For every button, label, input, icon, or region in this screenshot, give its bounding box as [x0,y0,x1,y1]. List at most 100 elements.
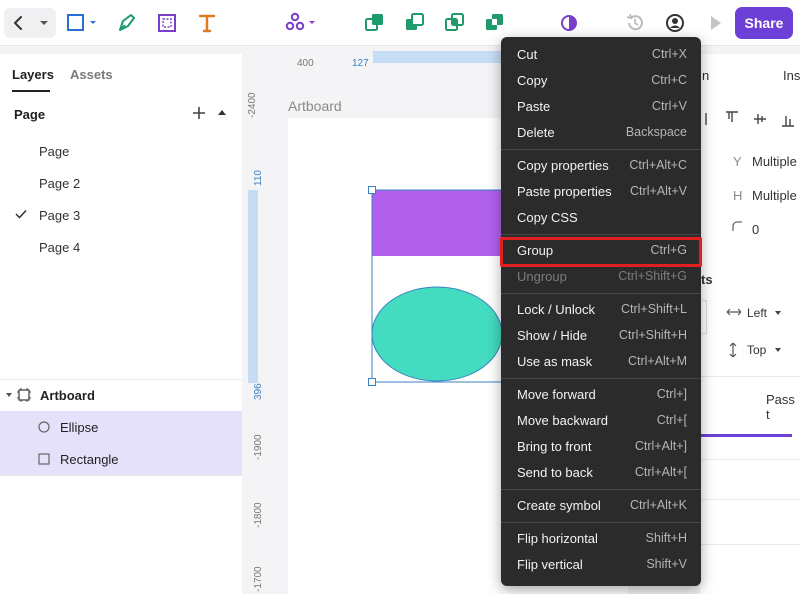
pen-tool-icon[interactable] [114,9,140,37]
menu-item-shortcut: Ctrl+C [651,73,687,87]
menu-separator [501,522,701,523]
menu-item-show-hide[interactable]: Show / Hide Ctrl+Shift+H [501,323,701,349]
menu-item-label: Send to back [517,465,593,480]
caret-down-icon[interactable] [36,12,52,34]
caret-down-icon[interactable] [5,391,13,399]
panel-tab-partial[interactable]: n [702,68,709,83]
artboard-label[interactable]: Artboard [288,98,342,114]
align-vertical-value[interactable]: Top [747,343,766,357]
h-value[interactable]: Multiple [752,188,797,203]
text-tool-icon[interactable] [194,9,220,37]
ruler-label: -1900 [253,434,264,460]
ellipse-icon [38,421,50,433]
menu-separator [501,378,701,379]
ellipse-shape[interactable] [371,286,503,382]
menu-item-shortcut: Ctrl+Shift+G [618,269,687,283]
menu-item-label: Move backward [517,413,609,428]
layer-row-artboard[interactable]: Artboard [0,379,242,411]
boolean-subtract-icon[interactable] [402,9,428,37]
menu-item-create-symbol[interactable]: Create symbol Ctrl+Alt+K [501,493,701,519]
y-value[interactable]: Multiple [752,154,797,169]
caret-down-icon[interactable] [774,347,782,353]
menu-separator [501,234,701,235]
menu-item-label: Show / Hide [517,328,588,343]
menu-item-delete[interactable]: Delete Backspace [501,120,701,146]
page-item-label: Page 4 [39,240,81,255]
menu-item-paste-properties[interactable]: Paste properties Ctrl+Alt+V [501,179,701,205]
menu-item-lock-unlock[interactable]: Lock / Unlock Ctrl+Shift+L [501,297,701,323]
share-button[interactable]: Share [735,7,793,39]
rectangle-tool-icon[interactable] [64,9,100,37]
menu-item-paste[interactable]: Paste Ctrl+V [501,94,701,120]
menu-item-shortcut: Ctrl+X [651,47,687,61]
panel-tab-partial[interactable]: Ins [783,68,800,83]
menu-item-label: Copy CSS [517,210,578,225]
chevron-left-icon[interactable] [8,12,30,34]
ruler-label: 400 [297,58,314,69]
boolean-intersect-icon[interactable] [442,9,468,37]
caret-down-icon[interactable] [774,310,782,316]
layer-row-ellipse[interactable]: Ellipse [0,411,242,443]
panel-divider [700,544,800,545]
resize-handle[interactable] [368,186,376,194]
play-preview-icon[interactable] [702,9,728,37]
user-avatar-icon[interactable] [662,9,688,37]
corner-radius-icon [732,221,742,231]
menu-item-label: Create symbol [517,498,601,513]
menu-item-use-as-mask[interactable]: Use as mask Ctrl+Alt+M [501,349,701,375]
align-icons[interactable] [702,109,800,129]
ruler-selection-highlight [373,51,501,63]
image-tool-icon[interactable] [154,9,180,37]
page-item[interactable]: Page 2 [0,168,242,198]
menu-item-flip-horizontal[interactable]: Flip horizontal Shift+H [501,526,701,552]
menu-item-copy-css[interactable]: Copy CSS [501,205,701,231]
menu-item-shortcut: Shift+V [646,557,687,571]
history-icon[interactable] [622,9,648,37]
group-highlight-box [500,237,702,267]
horizontal-arrows-icon [726,308,742,316]
blend-mode-partial[interactable]: Pass t [766,392,800,422]
align-horizontal-value[interactable]: Left [747,306,767,320]
menu-separator [501,489,701,490]
boolean-exclude-icon[interactable] [482,9,508,37]
rectangle-shape[interactable] [372,190,506,256]
menu-item-label: Ungroup [517,269,567,284]
checkmark-icon [15,209,27,219]
page-item-selected[interactable]: Page 3 [0,200,242,230]
page-item[interactable]: Page [0,136,242,166]
active-tab-indicator [12,90,50,92]
component-tool-icon[interactable] [284,9,320,37]
menu-item-label: Paste properties [517,184,612,199]
resize-handle[interactable] [368,378,376,386]
page-item-label: Page [39,144,70,159]
ruler-selection-highlight [248,190,258,383]
menu-item-copy[interactable]: Copy Ctrl+C [501,68,701,94]
menu-item-send-to-back[interactable]: Send to back Ctrl+Alt+[ [501,460,701,486]
layer-row-rectangle[interactable]: Rectangle [0,443,242,475]
ruler-label: -2400 [247,92,258,118]
menu-item-flip-vertical[interactable]: Flip vertical Shift+V [501,552,701,578]
menu-item-label: Lock / Unlock [517,302,596,317]
menu-item-move-backward[interactable]: Move backward Ctrl+[ [501,408,701,434]
menu-item-shortcut: Ctrl+Alt+C [629,158,687,172]
menu-separator [501,149,701,150]
theme-toggle-icon[interactable] [556,9,582,37]
menu-item-label: Move forward [517,387,596,402]
panel-divider [0,475,242,476]
collapse-up-icon[interactable] [214,104,230,122]
selected-shapes[interactable] [366,184,506,388]
tab-assets[interactable]: Assets [70,67,113,82]
menu-item-label: Delete [517,125,555,140]
menu-item-cut[interactable]: Cut Ctrl+X [501,42,701,68]
corner-radius-value[interactable]: 0 [752,222,759,237]
menu-item-shortcut: Ctrl+Shift+L [620,302,687,316]
plus-icon[interactable] [190,104,208,122]
opacity-slider-fill[interactable] [700,434,792,437]
menu-item-move-forward[interactable]: Move forward Ctrl+] [501,382,701,408]
tab-layers[interactable]: Layers [12,67,54,82]
boolean-union-icon[interactable] [362,9,388,37]
menu-item-copy-properties[interactable]: Copy properties Ctrl+Alt+C [501,153,701,179]
input-box-edge [702,300,707,334]
menu-item-bring-to-front[interactable]: Bring to front Ctrl+Alt+] [501,434,701,460]
page-item[interactable]: Page 4 [0,232,242,262]
